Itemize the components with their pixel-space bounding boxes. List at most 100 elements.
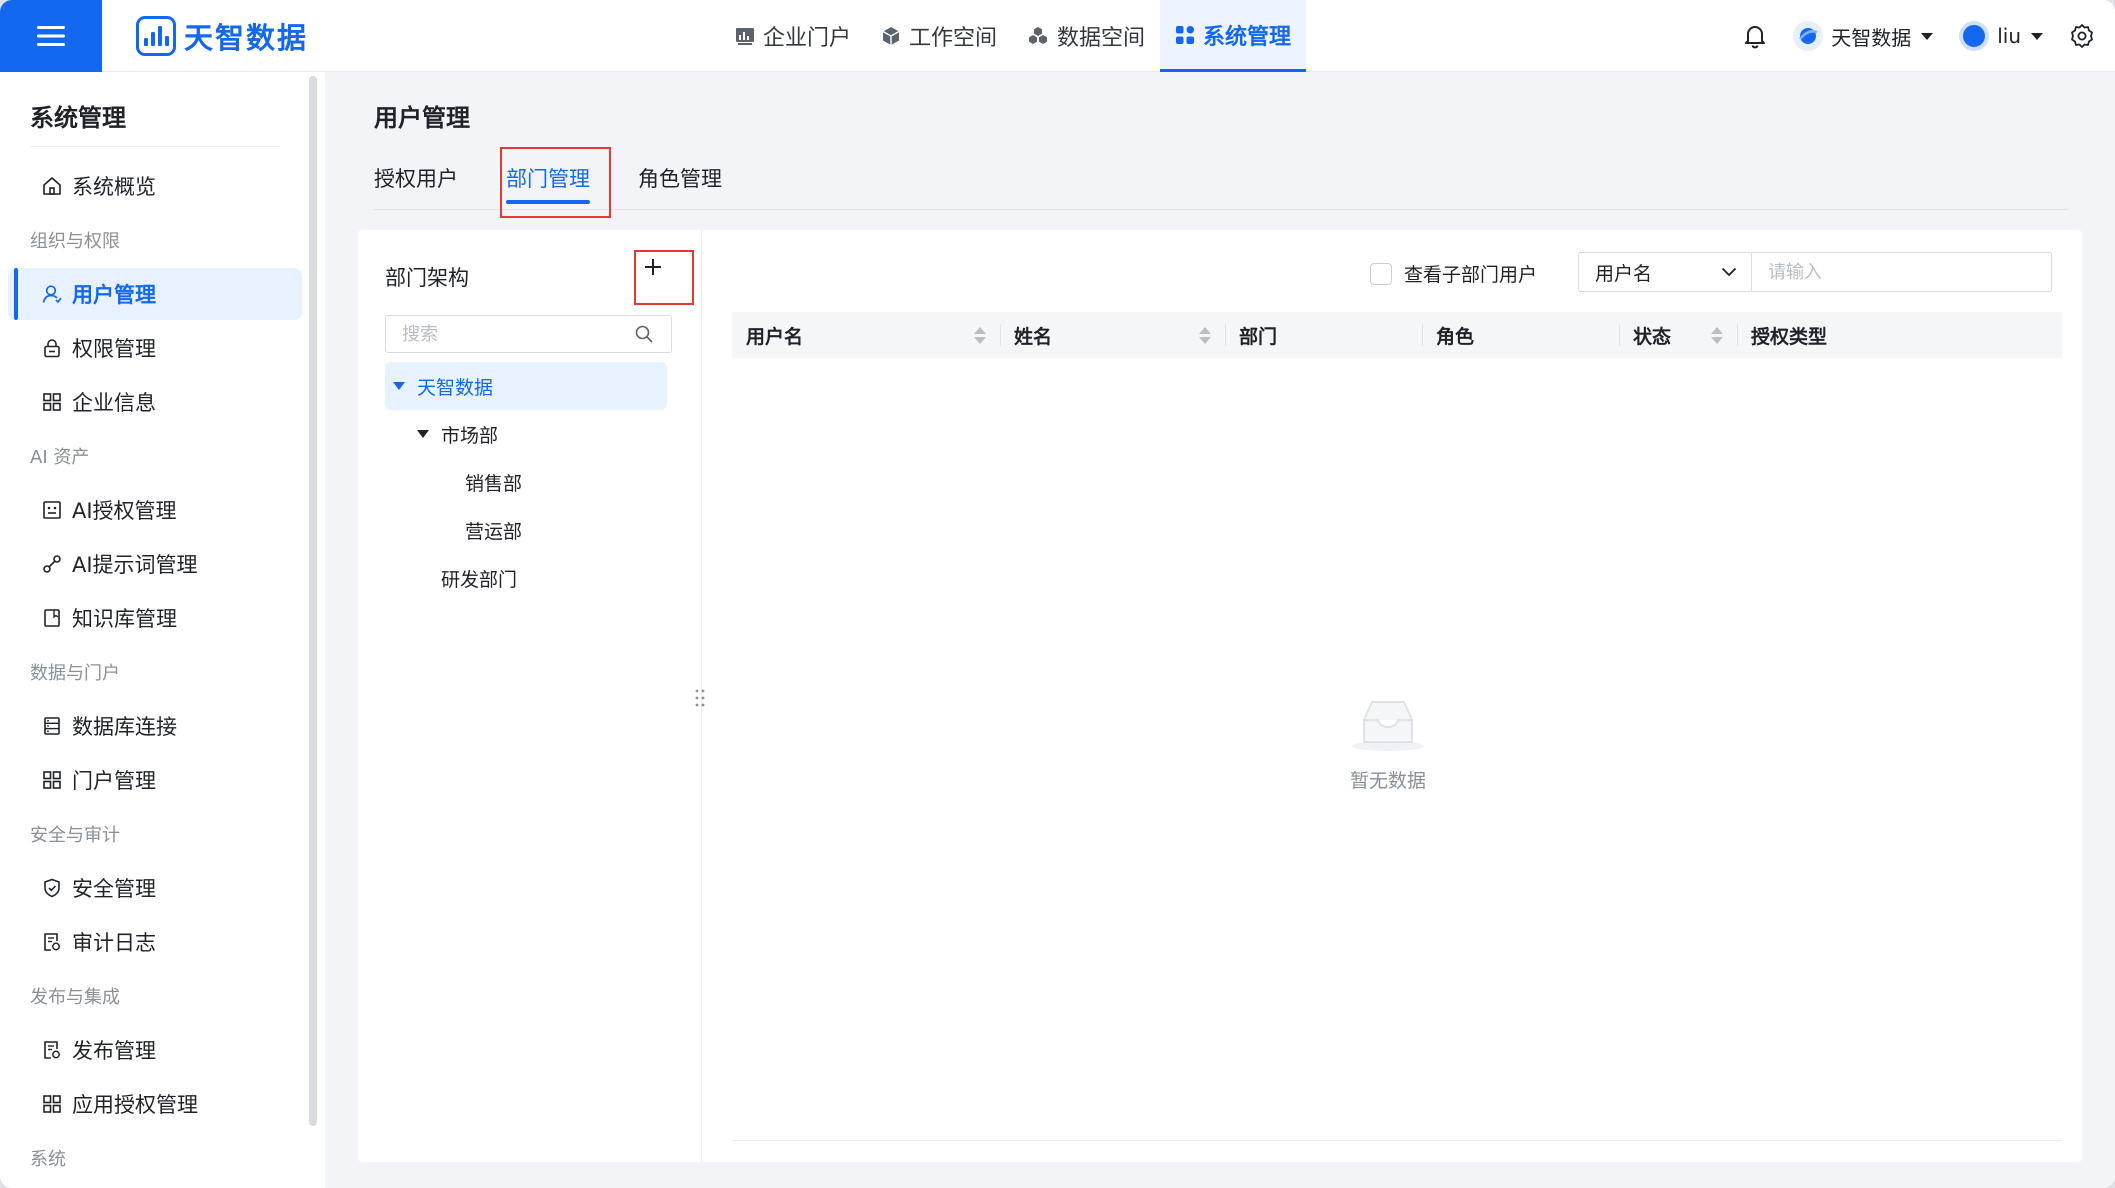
sidebar-item-ai-authorization[interactable]: AI授权管理 [8,484,302,536]
content-panel: 部门架构 天智数据 市场部 [358,230,2082,1162]
app-logo[interactable]: 天智数据 [136,16,308,56]
cubes-icon [1029,27,1048,44]
sidebar-item-permission-management[interactable]: 权限管理 [8,322,302,374]
caret-down-icon[interactable] [417,430,429,438]
robot-icon [42,500,62,520]
sidebar-item-audit-log[interactable]: 审计日志 [8,916,302,968]
column-header-auth-type: 授权类型 [1737,312,2062,358]
sidebar-item-label: 应用授权管理 [72,1093,198,1117]
logo-text: 天智数据 [184,21,309,55]
tree-node-label: 营运部 [465,520,523,543]
column-header-label: 姓名 [1014,325,1053,348]
nav-item-enterprise-portal[interactable]: 企业门户 [720,0,866,72]
column-header-username[interactable]: 用户名 [732,312,1000,358]
department-tree: 天智数据 市场部 销售部 营运部 研发部门 [385,362,667,602]
user-menu[interactable]: liu [1959,21,2043,51]
column-header-department: 部门 [1225,312,1422,358]
bell-icon [1745,26,1766,49]
sidebar-group-label: 发布与集成 [30,987,120,1008]
select-value: 用户名 [1595,262,1653,285]
tree-search-input[interactable] [385,315,672,353]
sidebar-group-label: 安全与审计 [30,825,120,846]
sidebar: 系统管理 系统概览 组织与权限 用户管理 权限管理 企业信息 AI 资产 AI授… [0,72,325,1188]
sidebar-item-label: 知识库管理 [72,607,177,631]
sub-department-users-checkbox[interactable]: 查看子部门用户 [1370,260,1537,287]
plus-icon [645,259,661,275]
org-switcher[interactable]: 天智数据 [1793,21,1934,51]
sidebar-item-user-management[interactable]: 用户管理 [8,268,302,320]
column-header-label: 角色 [1436,325,1475,348]
sidebar-item-knowledge-base[interactable]: 知识库管理 [8,592,302,644]
empty-inbox-icon [1348,696,1428,759]
search-field-select[interactable]: 用户名 [1578,252,1752,292]
search-input[interactable] [1752,252,2052,292]
column-header-label: 授权类型 [1751,325,1828,348]
column-header-label: 部门 [1239,325,1278,348]
app-window: 天智数据 企业门户 工作空间 数据空间 系统管理 天智数据 liu 系统管理 系… [0,0,2115,1188]
apps-icon [42,770,62,790]
sidebar-item-database-connection[interactable]: 数据库连接 [8,700,302,752]
nav-item-workspace[interactable]: 工作空间 [866,0,1012,72]
tab-role-management[interactable]: 角色管理 [638,146,722,210]
user-icon [42,284,62,304]
tree-node-label: 天智数据 [417,376,494,399]
chart-icon [736,28,754,45]
notification-bell-button[interactable] [1743,23,1767,49]
sidebar-item-label: 系统概览 [72,175,156,199]
sort-icon[interactable] [1199,326,1211,344]
tree-node[interactable]: 研发部门 [385,554,667,602]
tree-node-label: 市场部 [441,424,499,447]
tree-node[interactable]: 市场部 [385,410,667,458]
tree-node[interactable]: 销售部 [385,458,667,506]
pane-resize-handle[interactable] [690,687,710,709]
sidebar-item-label: 权限管理 [72,337,156,361]
sort-icon[interactable] [1711,326,1723,344]
home-icon [42,176,62,196]
sidebar-group-label: 数据与门户 [30,663,120,684]
book-icon [42,608,62,628]
sidebar-item-label: 发布管理 [72,1039,156,1063]
sidebar-item-overview[interactable]: 系统概览 [8,160,302,212]
cube-icon [882,27,900,45]
sidebar-item-enterprise-info[interactable]: 企业信息 [8,376,302,428]
sidebar-title: 系统管理 [30,104,126,132]
sort-icon[interactable] [974,326,986,344]
empty-state-text: 暂无数据 [1349,770,1426,792]
sidebar-item-ai-prompt[interactable]: AI提示词管理 [8,538,302,590]
search-icon[interactable] [634,324,654,349]
tab-bar: 授权用户 部门管理 角色管理 [374,146,2068,210]
sidebar-scrollbar[interactable] [309,76,317,1126]
add-department-button[interactable] [636,250,670,284]
link-icon [42,554,62,574]
nav-item-system-management[interactable]: 系统管理 [1160,0,1307,72]
nav-label: 数据空间 [1057,26,1146,51]
tab-department-management[interactable]: 部门管理 [506,146,590,210]
tab-authorized-users[interactable]: 授权用户 [374,146,458,210]
tree-node[interactable]: 营运部 [385,506,667,554]
caret-down-icon [2031,32,2043,40]
nav-item-data-space[interactable]: 数据空间 [1012,0,1160,72]
document-icon [42,1040,62,1060]
column-header-status[interactable]: 状态 [1619,312,1737,358]
nav-label: 系统管理 [1203,24,1292,50]
caret-down-icon[interactable] [393,382,405,390]
sidebar-item-portal-management[interactable]: 门户管理 [8,754,302,806]
checkbox[interactable] [1370,262,1392,285]
tree-node[interactable]: 天智数据 [385,362,667,410]
column-header-role: 角色 [1422,312,1619,358]
caret-down-icon [1921,32,1934,40]
sidebar-item-label: 企业信息 [72,391,156,415]
sidebar-group-label: AI 资产 [30,447,90,468]
avatar [1959,21,1990,51]
nav-label: 企业门户 [763,26,852,51]
top-right-tools: 天智数据 liu [1743,0,2095,72]
nav-label: 工作空间 [909,26,998,51]
shield-icon [42,878,62,898]
sidebar-item-app-authorization[interactable]: 应用授权管理 [8,1078,302,1130]
sidebar-item-security-management[interactable]: 安全管理 [8,862,302,914]
database-icon [42,716,62,736]
column-header-name[interactable]: 姓名 [1000,312,1225,358]
sidebar-item-publish-management[interactable]: 发布管理 [8,1024,302,1076]
settings-button[interactable] [2069,23,2095,49]
hamburger-menu-button[interactable] [0,0,102,72]
